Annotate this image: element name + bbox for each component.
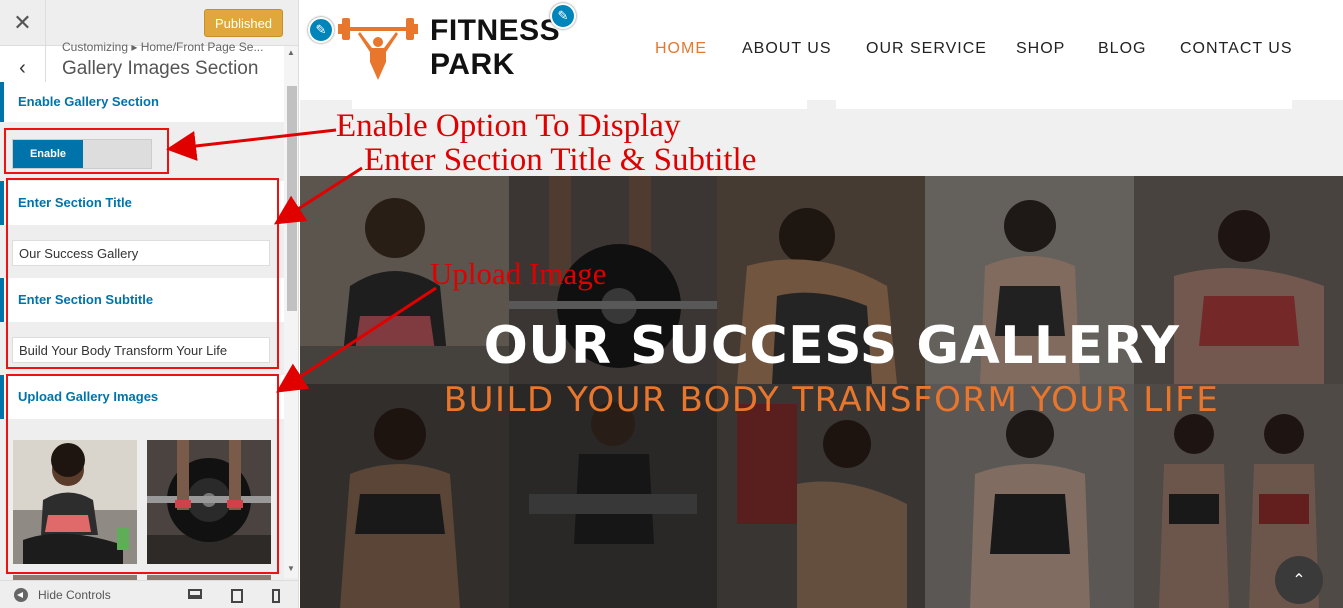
collapse-icon xyxy=(14,588,28,602)
hide-controls-label: Hide Controls xyxy=(38,588,111,602)
scroll-down-icon[interactable]: ▼ xyxy=(287,564,295,573)
desktop-icon[interactable] xyxy=(188,589,202,599)
enable-gallery-label: Enable Gallery Section xyxy=(18,94,159,109)
scrollbar-thumb[interactable] xyxy=(287,86,297,311)
gallery-subtitle: BUILD YOUR BODY TRANSFORM YOUR LIFE xyxy=(443,380,1220,420)
logo-line2: PARK xyxy=(430,48,515,81)
content-card xyxy=(836,100,1292,109)
nav-about-us[interactable]: ABOUT US xyxy=(742,40,832,58)
logo-line1: FITNESS xyxy=(430,14,561,47)
annotation-title-text: Enter Section Title & Subtitle xyxy=(364,142,757,178)
mobile-icon[interactable] xyxy=(272,589,280,603)
annotation-box-title-subtitle xyxy=(6,178,279,369)
breadcrumb: Customizing ▸ Home/Front Page Se... xyxy=(62,40,264,54)
nav-shop[interactable]: SHOP xyxy=(1016,40,1065,58)
published-button[interactable]: Published xyxy=(204,9,283,37)
gallery-section: OUR SUCCESS GALLERY BUILD YOUR BODY TRAN… xyxy=(300,176,1343,608)
nav-blog[interactable]: BLOG xyxy=(1098,40,1146,58)
annotation-box-upload xyxy=(6,374,279,574)
scroll-to-top-button[interactable]: ⌃ xyxy=(1275,556,1323,604)
sidebar-scrollbar[interactable]: ▲ ▼ xyxy=(284,46,298,578)
annotation-box-enable xyxy=(4,128,169,174)
hide-controls-button[interactable]: Hide Controls xyxy=(14,588,111,602)
section-title: Gallery Images Section xyxy=(62,58,259,79)
gallery-title: OUR SUCCESS GALLERY xyxy=(483,316,1180,376)
enable-gallery-control-header: Enable Gallery Section xyxy=(0,82,284,122)
annotation-upload-text: Upload Image xyxy=(430,256,607,291)
site-header: FITNESS PARK ✎ ✎ HOME ABOUT US OUR SERVI… xyxy=(300,0,1343,100)
tablet-icon[interactable] xyxy=(231,589,243,603)
close-icon[interactable]: ✕ xyxy=(0,0,46,46)
nav-home[interactable]: HOME xyxy=(655,40,707,58)
edit-shortcut-icon[interactable]: ✎ xyxy=(308,17,334,43)
dumbbell-figure-icon xyxy=(338,12,418,84)
edit-shortcut-icon[interactable]: ✎ xyxy=(550,3,576,29)
nav-contact-us[interactable]: CONTACT US xyxy=(1180,40,1293,58)
annotation-enable-text: Enable Option To Display xyxy=(336,108,681,144)
nav-our-service[interactable]: OUR SERVICE xyxy=(866,40,987,58)
customizer-screen: ✕ Published ‹ Customizing ▸ Home/Front P… xyxy=(0,0,1343,608)
site-preview: FITNESS PARK ✎ ✎ HOME ABOUT US OUR SERVI… xyxy=(300,0,1343,608)
customizer-footer: Hide Controls xyxy=(0,580,298,608)
scroll-up-icon[interactable]: ▲ xyxy=(287,48,295,57)
